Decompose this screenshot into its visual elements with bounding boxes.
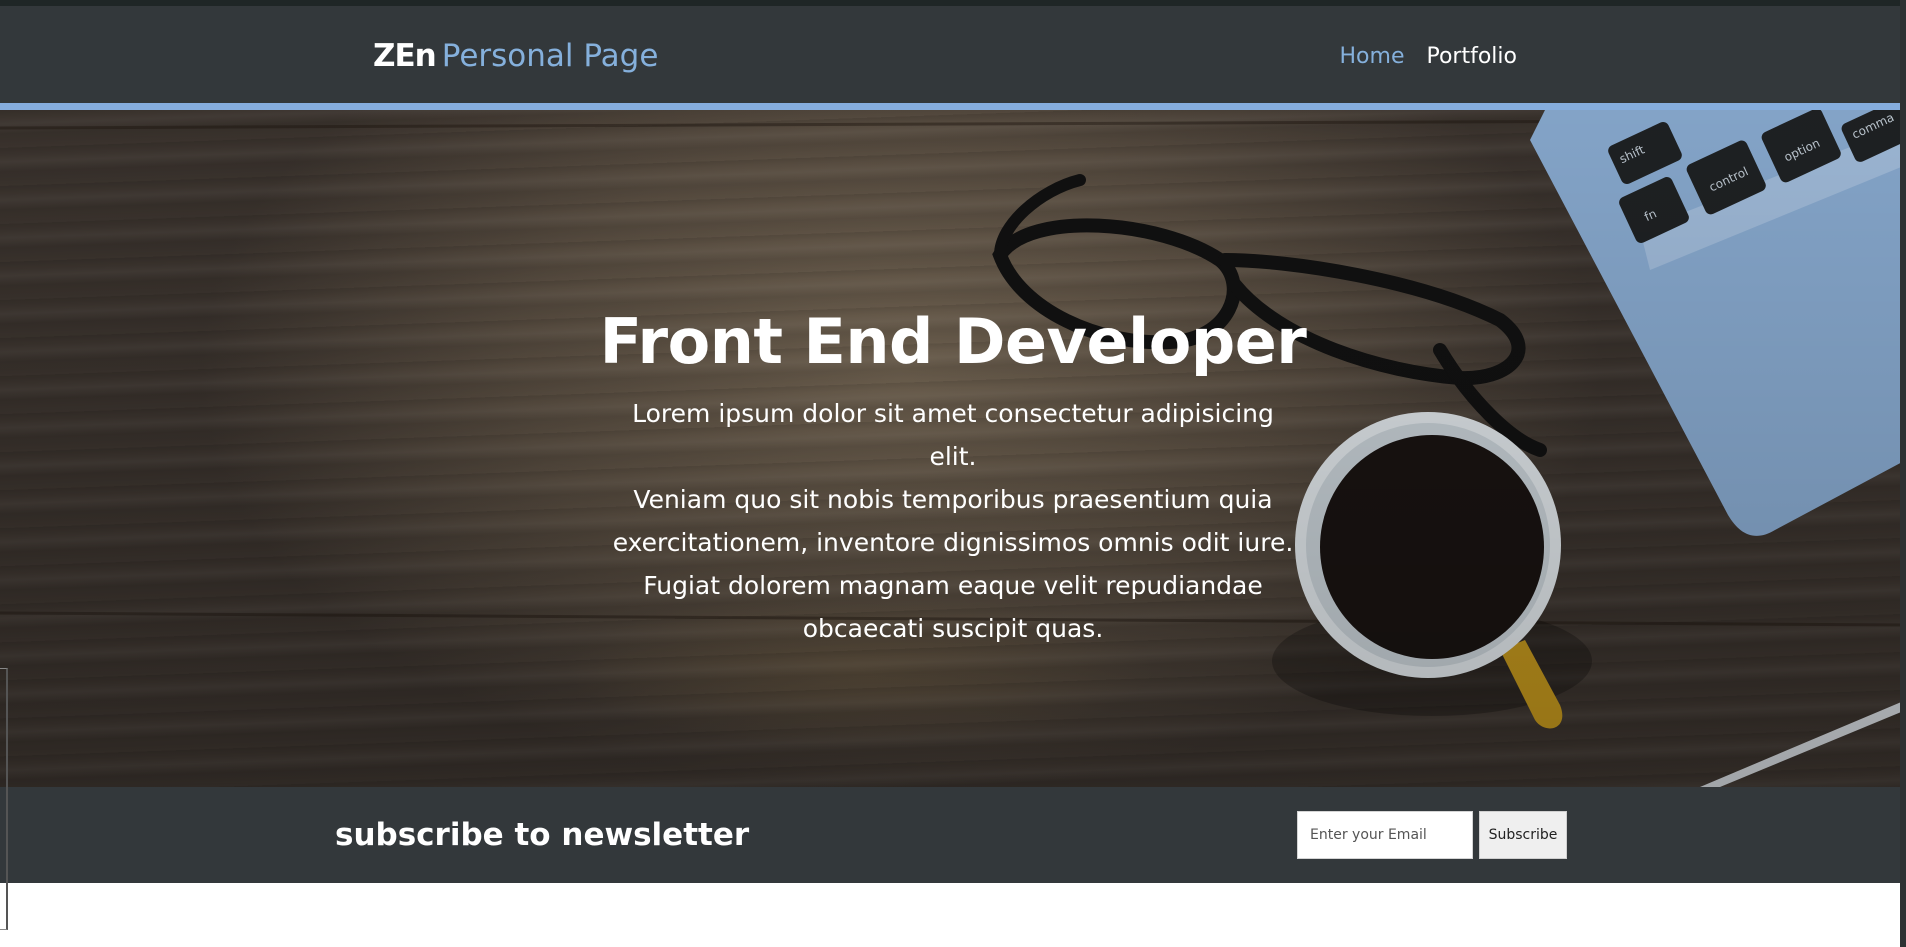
brand-bold-text: ZEn <box>373 38 437 74</box>
hero-text-line: Lorem ipsum dolor sit amet consectetur a… <box>632 399 1274 471</box>
hero-title: Front End Developer <box>599 305 1307 378</box>
window-left-edge <box>0 668 8 930</box>
hero-text-line: obcaecati suscipit quas. <box>802 614 1104 643</box>
hero-text-line: exercitationem, inventore dignissimos om… <box>612 528 1294 557</box>
newsletter-title: subscribe to newsletter <box>335 817 750 853</box>
subscribe-button[interactable]: Subscribe <box>1479 811 1567 859</box>
hero-section: shift fn control option comma Front End … <box>0 110 1906 787</box>
navbar-accent-bar <box>0 103 1906 110</box>
hero-text-line: Veniam quo sit nobis temporibus praesent… <box>633 485 1273 514</box>
newsletter-section: subscribe to newsletter Subscribe <box>0 787 1906 883</box>
window-right-edge <box>1900 0 1906 947</box>
brand-light-text: Personal Page <box>441 38 659 74</box>
email-field[interactable] <box>1297 811 1473 859</box>
navbar: ZEn Personal Page Home Portfolio <box>0 6 1906 103</box>
nav-link-home[interactable]: Home <box>1340 42 1405 72</box>
nav-link-portfolio[interactable]: Portfolio <box>1426 42 1517 72</box>
hero-text-line: Fugiat dolorem magnam eaque velit repudi… <box>643 571 1263 600</box>
brand-logo[interactable]: ZEn Personal Page <box>373 36 658 76</box>
main-nav: Home Portfolio <box>1340 42 1517 72</box>
hero-paragraph: Lorem ipsum dolor sit amet consectetur a… <box>610 392 1296 650</box>
